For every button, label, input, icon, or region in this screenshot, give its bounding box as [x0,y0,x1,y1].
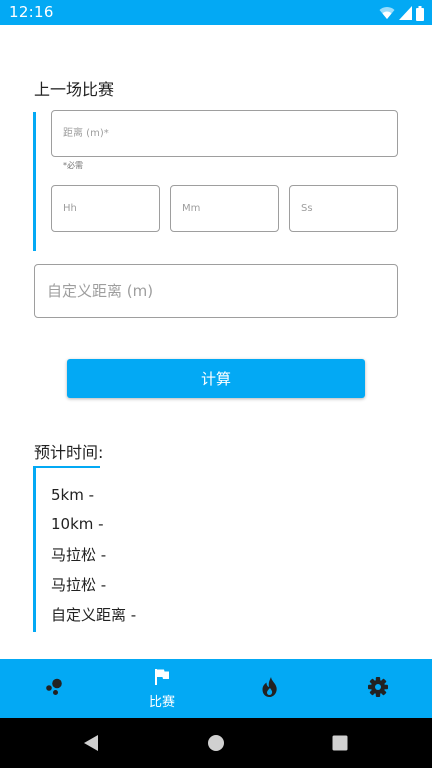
bottom-nav: 比赛 [0,659,432,718]
nav-label-race: 比赛 [148,694,175,710]
result-custom: 自定义距离 - [51,606,137,624]
estimated-accent-line [33,466,100,468]
flag-icon [153,668,171,690]
seconds-input[interactable] [290,186,397,231]
result-marathon: 马拉松 - [51,546,107,564]
minutes-field[interactable] [170,185,279,232]
calculate-button[interactable]: 计算 [67,359,365,398]
nav-item-settings[interactable] [324,659,432,718]
hours-input[interactable] [52,186,159,231]
status-icons [379,5,424,21]
status-time: 12:16 [9,3,54,21]
signal-icon [399,6,412,20]
last-race-title: 上一场比赛 [34,80,115,99]
required-hint: *必需 [63,161,83,170]
distance-input[interactable] [52,111,397,156]
custom-distance-field[interactable] [34,264,398,318]
result-10km: 10km - [51,515,104,533]
custom-distance-input[interactable] [35,265,397,317]
status-bar: 12:16 [0,0,432,25]
gear-icon [367,676,389,702]
nav-item-flame[interactable] [216,659,324,718]
last-race-accent-bar [33,112,36,251]
result-5km: 5km - [51,486,95,504]
hours-field[interactable] [51,185,160,232]
system-nav-bar [0,718,432,768]
distance-field[interactable] [51,110,398,157]
estimated-accent-bar [33,466,36,632]
back-icon[interactable] [82,733,100,757]
home-icon[interactable] [207,733,225,757]
result-marathon-2: 马拉松 - [51,576,107,594]
flame-icon [260,676,280,702]
wifi-icon [379,6,395,20]
battery-icon [416,5,424,21]
estimated-title: 预计时间: [34,443,104,462]
dots-icon [44,677,64,701]
nav-item-dots[interactable] [0,659,108,718]
seconds-field[interactable] [289,185,398,232]
recents-icon[interactable] [331,733,349,757]
nav-item-race[interactable]: 比赛 [108,659,216,718]
minutes-input[interactable] [171,186,278,231]
